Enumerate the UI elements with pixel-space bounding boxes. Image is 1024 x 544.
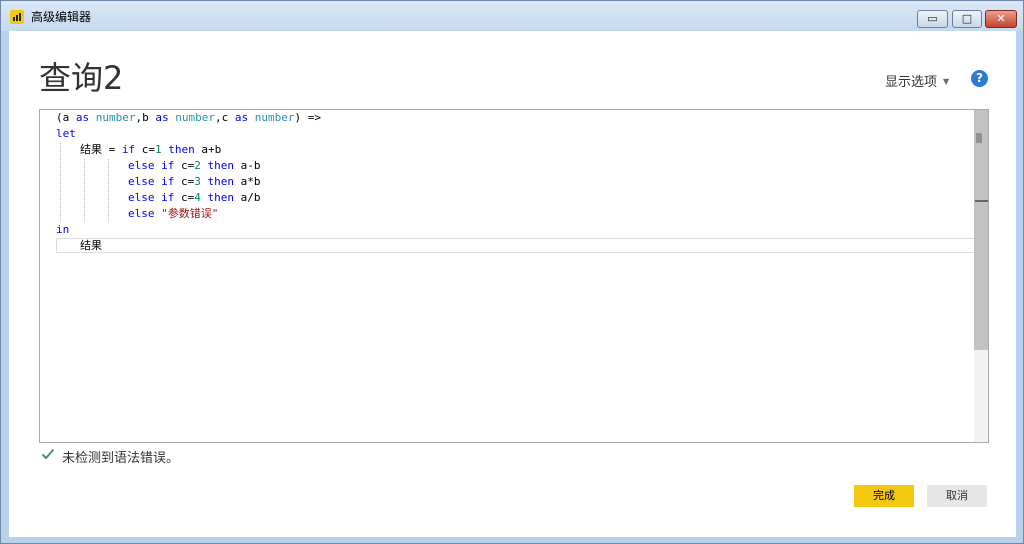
code-line-2: let [56, 127, 76, 140]
dialog-body: 查询2 显示选项 ▼ ? (a as number,b as number,c a… [9, 31, 1016, 537]
caret-down-icon: ▼ [943, 77, 950, 86]
indent-guide [84, 159, 85, 222]
scroll-position-marker [975, 200, 988, 202]
vertical-scrollbar[interactable] [974, 110, 988, 442]
scrollbar-thumb[interactable] [974, 110, 988, 350]
page-title: 查询2 [39, 59, 124, 97]
maximize-button[interactable]: □ [952, 10, 982, 28]
title-bar[interactable]: 高级编辑器 ▭ □ ✕ [1, 1, 1023, 31]
code-line-1: (a as number,b as number,c as number) => [56, 111, 321, 124]
scroll-position-marker [976, 133, 982, 143]
help-icon[interactable]: ? [971, 70, 988, 87]
power-bi-logo-icon [10, 10, 24, 24]
code-area[interactable]: (a as number,b as number,c as number) =>… [40, 110, 987, 442]
code-line-6: else if c=4 then a/b [128, 191, 261, 204]
indent-guide [108, 159, 109, 222]
close-icon: ✕ [996, 12, 1006, 25]
window-title: 高级编辑器 [31, 10, 92, 24]
code-line-7: else "参数错误" [128, 207, 219, 220]
display-options-label: 显示选项 [885, 75, 938, 90]
code-editor[interactable]: (a as number,b as number,c as number) =>… [39, 109, 989, 443]
code-line-4: else if c=2 then a-b [128, 159, 261, 172]
code-line-5: else if c=3 then a*b [128, 175, 261, 188]
maximize-icon: □ [961, 12, 973, 25]
indent-guide [60, 143, 61, 222]
current-line-highlight [56, 238, 987, 253]
cancel-button[interactable]: 取消 [927, 485, 987, 507]
code-line-9: 结果 [80, 239, 102, 252]
status-message: 未检测到语法错误。 [62, 451, 180, 466]
check-icon [41, 448, 55, 460]
minimize-button[interactable]: ▭ [917, 10, 948, 28]
advanced-editor-window: 高级编辑器 ▭ □ ✕ 查询2 显示选项 ▼ ? (a as number,b a… [0, 0, 1024, 544]
code-line-3: 结果 = if c=1 then a+b [80, 143, 222, 156]
close-button[interactable]: ✕ [985, 10, 1017, 28]
minimize-icon: ▭ [927, 12, 938, 25]
code-line-8: in [56, 223, 70, 236]
display-options-dropdown[interactable]: 显示选项 ▼ [885, 71, 949, 90]
done-button[interactable]: 完成 [854, 485, 914, 507]
